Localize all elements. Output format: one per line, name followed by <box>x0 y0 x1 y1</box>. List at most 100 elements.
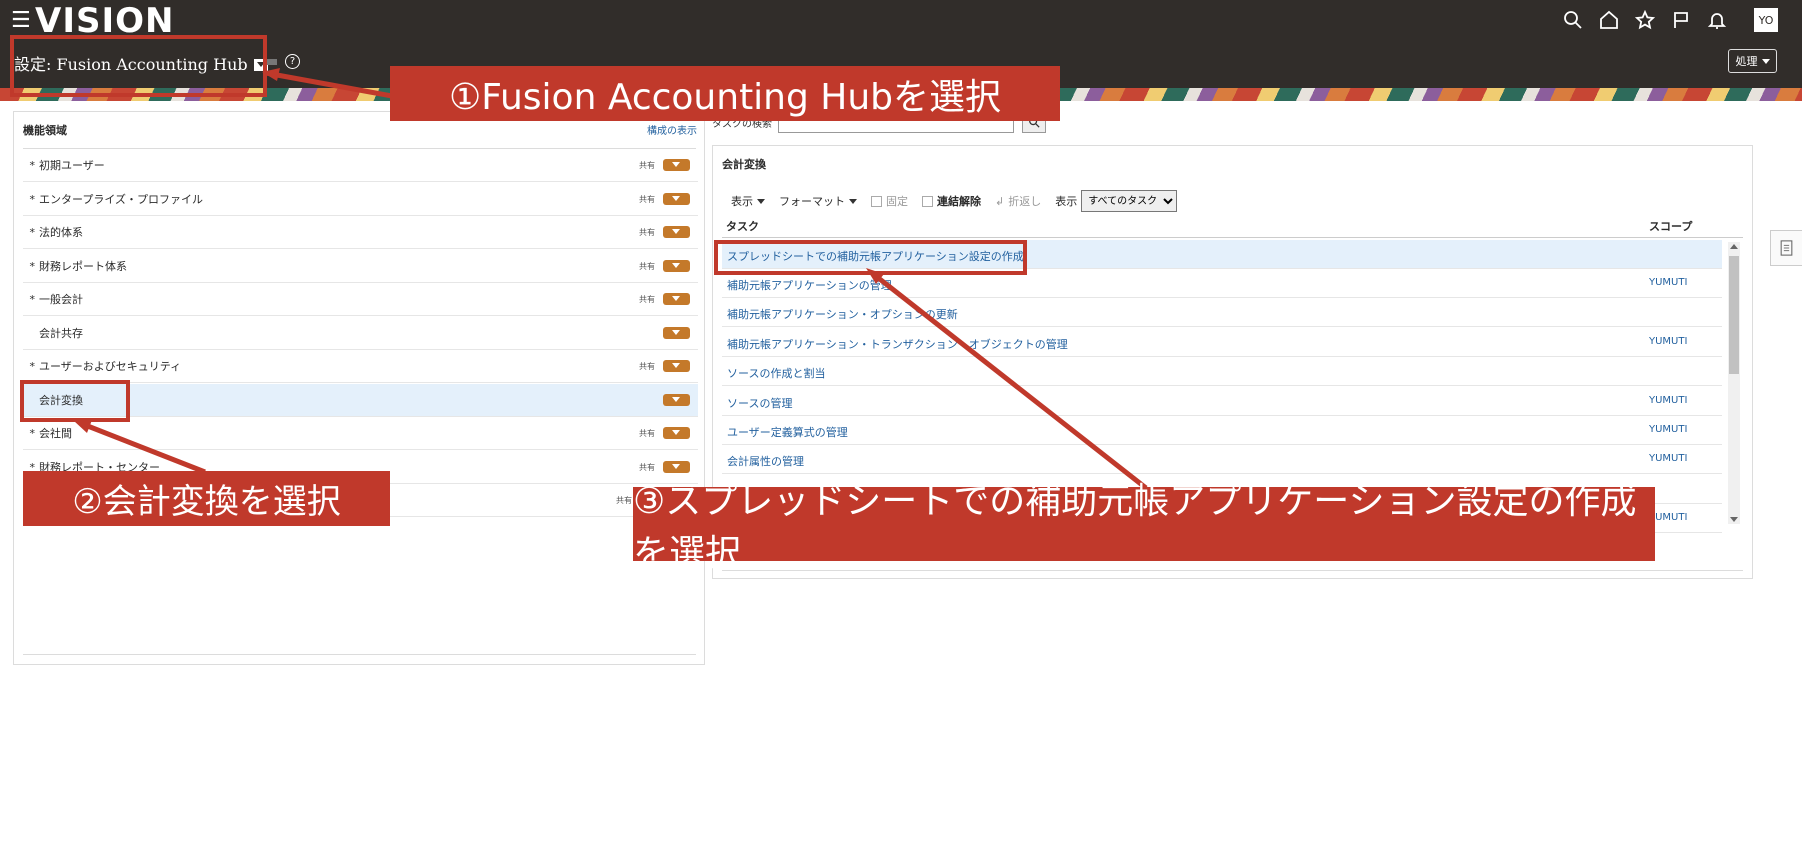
functional-area-row[interactable]: * 初期ユーザー 共有 <box>23 149 698 182</box>
task-row[interactable]: 補助元帳アプリケーション・オプションの更新 <box>722 298 1722 327</box>
callout-step3: ③スプレッドシートでの補助元帳アプリケーション設定の作成を選択 <box>633 481 1655 574</box>
functional-area-row[interactable]: * 法的体系 共有 <box>23 216 698 249</box>
required-marker: * <box>29 426 36 440</box>
actions-button-label: 処理 <box>1735 55 1758 68</box>
row-menu-button[interactable] <box>663 394 690 406</box>
functional-area-label: 一般会計 <box>39 293 83 306</box>
shared-label: 共有 <box>639 194 655 204</box>
functional-area-label: 財務レポート体系 <box>39 260 127 273</box>
help-icon[interactable]: ? <box>285 54 300 69</box>
functional-area-row[interactable]: * エンタープライズ・プロファイル 共有 <box>23 183 698 216</box>
chevron-down-icon <box>757 198 765 204</box>
document-icon <box>1780 240 1793 256</box>
table-toolbar: 表示 フォーマット 固定 連結解除 ↲ 折返し 表示 すべてのタスク <box>731 190 1178 212</box>
shared-label: 共有 <box>639 294 655 304</box>
search-icon[interactable] <box>1562 9 1584 31</box>
wrap-icon: ↲ <box>995 194 1005 208</box>
chevron-down-icon <box>849 198 857 204</box>
show-filter: 表示 すべてのタスク <box>1055 190 1178 212</box>
scroll-thumb[interactable] <box>1729 256 1739 374</box>
shared-label: 共有 <box>639 261 655 271</box>
task-link[interactable]: 補助元帳アプリケーション・オプションの更新 <box>727 306 958 322</box>
tasks-panel-title: 会計変換 <box>722 158 766 171</box>
row-menu-button[interactable] <box>663 360 690 372</box>
shared-label: 共有 <box>639 227 655 237</box>
minimize-icon[interactable] <box>267 58 277 65</box>
scroll-up-icon[interactable] <box>1730 244 1738 249</box>
column-header-task[interactable]: タスク <box>726 218 759 234</box>
functional-area-row[interactable]: * 一般会計 共有 <box>23 283 698 316</box>
chevron-down-icon <box>1761 58 1770 64</box>
menu-icon[interactable]: ☰ <box>11 10 31 32</box>
table-header: タスク スコープ <box>722 212 1743 238</box>
functional-area-label: 会計共存 <box>39 327 83 340</box>
scroll-down-icon[interactable] <box>1730 517 1738 522</box>
show-configuration-link[interactable]: 構成の表示 <box>647 122 697 137</box>
column-header-scope[interactable]: スコープ <box>1649 218 1692 234</box>
required-marker: * <box>29 292 36 306</box>
callout-step1: ①Fusion Accounting Hubを選択 <box>390 66 1060 121</box>
task-scope[interactable]: YUMUTI <box>1649 424 1687 435</box>
functional-area-row[interactable]: 会計共存 <box>23 317 698 350</box>
task-link[interactable]: ソースの管理 <box>727 395 792 411</box>
task-row[interactable]: ユーザー定義算式の管理 YUMUTI <box>722 416 1722 445</box>
title-icons: ? <box>267 54 300 69</box>
user-avatar[interactable]: YO <box>1754 8 1778 32</box>
format-menu[interactable]: フォーマット <box>779 193 857 209</box>
global-toolbar: YO <box>1562 8 1778 32</box>
task-scope[interactable]: YUMUTI <box>1649 336 1687 347</box>
highlight-functional-area <box>20 380 130 422</box>
required-marker: * <box>29 158 36 172</box>
row-menu-button[interactable] <box>663 193 690 205</box>
row-menu-button[interactable] <box>663 159 690 171</box>
functional-area-label: 初期ユーザー <box>39 159 105 172</box>
task-row[interactable]: 会計属性の管理 YUMUTI <box>722 445 1722 474</box>
task-link[interactable]: ソースの作成と割当 <box>727 365 825 381</box>
flag-icon[interactable] <box>1670 9 1692 31</box>
task-link[interactable]: 補助元帳アプリケーションの管理 <box>727 277 892 293</box>
row-menu-button[interactable] <box>663 327 690 339</box>
side-panel-tab[interactable] <box>1770 230 1802 266</box>
functional-area-label: エンタープライズ・プロファイル <box>39 193 204 206</box>
bell-icon[interactable] <box>1706 9 1728 31</box>
highlight-task-row <box>714 240 1027 275</box>
task-row[interactable]: ソースの管理 YUMUTI <box>722 387 1722 416</box>
freeze-button[interactable]: 固定 <box>871 193 908 209</box>
task-link[interactable]: ユーザー定義算式の管理 <box>727 424 848 440</box>
highlight-setup-selector <box>10 35 267 97</box>
task-link[interactable]: 補助元帳アプリケーション・トランザクション・オブジェクトの管理 <box>727 336 1068 352</box>
star-icon[interactable] <box>1634 9 1656 31</box>
freeze-label: 固定 <box>886 195 908 208</box>
required-marker: * <box>29 192 36 206</box>
callout-step2: ②会計変換を選択 <box>23 471 390 526</box>
wrap-label: 折返し <box>1008 195 1042 208</box>
task-row[interactable]: 補助元帳アプリケーション・トランザクション・オブジェクトの管理 YUMUTI <box>722 328 1722 357</box>
show-filter-label: 表示 <box>1055 195 1078 208</box>
task-scope[interactable]: YUMUTI <box>1649 277 1687 288</box>
task-scope[interactable]: YUMUTI <box>1649 395 1687 406</box>
row-menu-button[interactable] <box>663 226 690 238</box>
shared-label: 共有 <box>639 160 655 170</box>
task-scope[interactable]: YUMUTI <box>1649 453 1687 464</box>
functional-area-row[interactable]: * 財務レポート体系 共有 <box>23 250 698 283</box>
home-icon[interactable] <box>1598 9 1620 31</box>
divider <box>23 654 696 655</box>
freeze-icon <box>871 195 882 207</box>
functional-area-row[interactable]: * ユーザーおよびセキュリティ 共有 <box>23 350 698 383</box>
task-link[interactable]: 会計属性の管理 <box>727 453 804 469</box>
shared-label: 共有 <box>639 361 655 371</box>
table-scrollbar[interactable] <box>1728 242 1740 524</box>
row-menu-button[interactable] <box>663 260 690 272</box>
row-menu-button[interactable] <box>663 427 690 439</box>
wrap-button[interactable]: ↲ 折返し <box>995 193 1041 209</box>
required-marker: * <box>29 225 36 239</box>
required-marker: * <box>29 259 36 273</box>
detach-button[interactable]: 連結解除 <box>922 193 981 209</box>
functional-area-label: 会計変換 <box>39 394 83 407</box>
functional-areas-title: 機能領域 <box>23 124 67 137</box>
actions-button[interactable]: 処理 <box>1728 49 1777 73</box>
row-menu-button[interactable] <box>663 293 690 305</box>
task-row[interactable]: ソースの作成と割当 <box>722 357 1722 386</box>
show-filter-select[interactable]: すべてのタスク <box>1081 190 1178 212</box>
view-menu[interactable]: 表示 <box>731 193 765 209</box>
